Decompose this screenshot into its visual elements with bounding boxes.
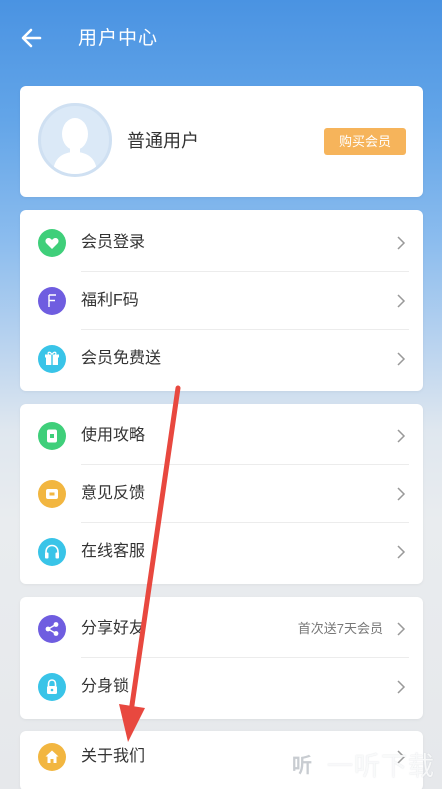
chevron-right-icon xyxy=(397,236,406,250)
menu-group-support: 使用攻略 意见反馈 在线客服 xyxy=(20,404,423,584)
chevron-right-icon xyxy=(397,680,406,694)
chevron-right-icon xyxy=(397,622,406,636)
chevron-right-icon xyxy=(397,487,406,501)
menu-item-about-us[interactable]: 关于我们 xyxy=(20,728,423,786)
menu-item-feedback[interactable]: 意见反馈 xyxy=(20,465,423,523)
buy-membership-button[interactable]: 购买会员 xyxy=(324,128,406,155)
menu-item-label: 会员登录 xyxy=(81,234,146,251)
menu-item-label: 福利F码 xyxy=(81,292,139,309)
letter-f-icon xyxy=(38,287,66,315)
menu-item-label: 分享好友 xyxy=(81,620,146,637)
menu-item-label: 分身锁 xyxy=(81,678,130,695)
profile-card: 普通用户 购买会员 xyxy=(20,86,423,197)
menu-item-free-membership[interactable]: 会员免费送 xyxy=(20,330,423,388)
menu-group-membership: 会员登录 福利F码 会员免费送 xyxy=(20,210,423,391)
home-icon xyxy=(38,743,66,771)
back-arrow-icon[interactable] xyxy=(18,24,46,52)
chevron-right-icon xyxy=(397,545,406,559)
menu-item-member-login[interactable]: 会员登录 xyxy=(20,214,423,272)
chevron-right-icon xyxy=(397,429,406,443)
default-user-icon xyxy=(53,118,97,174)
menu-item-label: 关于我们 xyxy=(81,748,146,765)
share-bonus-note: 首次送7天会员 xyxy=(297,621,383,636)
menu-item-online-service[interactable]: 在线客服 xyxy=(20,523,423,581)
menu-group-about: 关于我们 xyxy=(20,731,423,789)
menu-item-label: 意见反馈 xyxy=(81,485,146,502)
chevron-right-icon xyxy=(397,294,406,308)
menu-item-usage-guide[interactable]: 使用攻略 xyxy=(20,407,423,465)
header: 用户中心 xyxy=(0,0,442,78)
headset-icon xyxy=(38,538,66,566)
heart-icon xyxy=(38,229,66,257)
username: 普通用户 xyxy=(127,131,199,151)
menu-item-app-lock[interactable]: 分身锁 xyxy=(20,658,423,716)
menu-item-label: 在线客服 xyxy=(81,543,146,560)
feedback-icon xyxy=(38,480,66,508)
lock-icon xyxy=(38,673,66,701)
menu-item-label: 使用攻略 xyxy=(81,427,146,444)
gift-icon xyxy=(38,345,66,373)
chevron-right-icon xyxy=(397,352,406,366)
guide-icon xyxy=(38,422,66,450)
menu-item-share-friends[interactable]: 分享好友 首次送7天会员 xyxy=(20,600,423,658)
menu-item-welfare-code[interactable]: 福利F码 xyxy=(20,272,423,330)
page-title: 用户中心 xyxy=(78,28,159,49)
share-icon xyxy=(38,615,66,643)
menu-group-share: 分享好友 首次送7天会员 分身锁 xyxy=(20,597,423,719)
chevron-right-icon xyxy=(397,750,406,764)
menu-item-label: 会员免费送 xyxy=(81,350,162,367)
avatar[interactable] xyxy=(38,103,112,177)
